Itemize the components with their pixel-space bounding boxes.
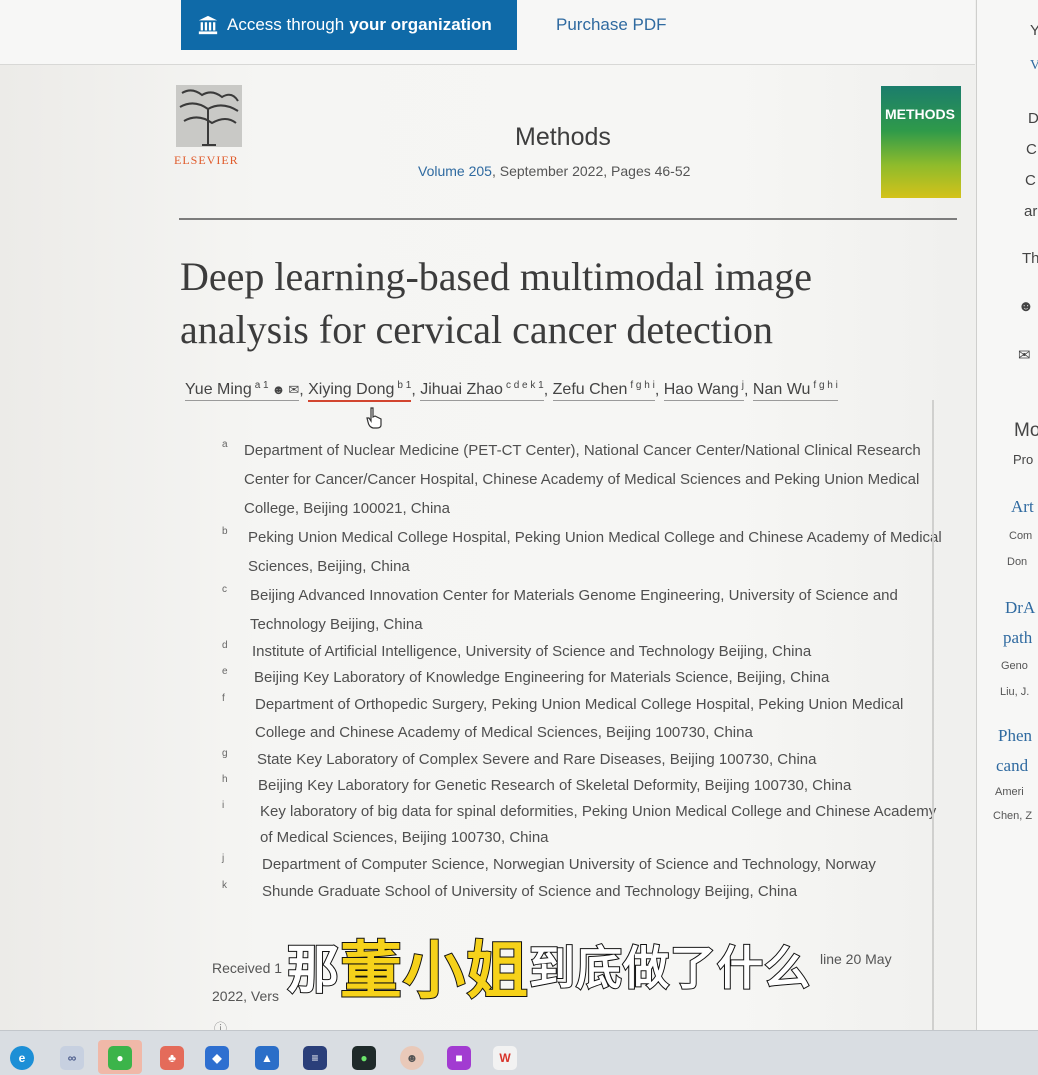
author-link[interactable]: Nan Wu f g h i [752, 380, 838, 402]
game-icon[interactable]: ♣ [160, 1046, 184, 1070]
copilot-icon[interactable]: ∞ [60, 1046, 84, 1070]
photos-icon[interactable]: ▲ [255, 1046, 279, 1070]
subtitle-highlight: 董小姐 [339, 933, 530, 1008]
affiliation-list: a Department of Nuclear Medicine (PET-CT … [222, 436, 942, 905]
sidebar-text: Geno [1001, 660, 1028, 672]
wechat-icon[interactable]: ● [108, 1046, 132, 1070]
app-icon[interactable]: ≡ [303, 1046, 327, 1070]
volume-info: Volume 205, September 2022, Pages 46-52 [418, 163, 690, 179]
avatar-app-icon[interactable]: ☻ [400, 1046, 424, 1070]
subtitle-part-2: 到底做了什么 [528, 940, 812, 996]
publisher-wordmark: ELSEVIER [174, 153, 239, 167]
affiliation-item: h Beijing Key Laboratory for Genetic Rese… [222, 774, 852, 794]
sidebar-email-icon[interactable]: ✉ [1018, 346, 1031, 364]
received-line-2: 2022, Vers [212, 988, 279, 1004]
affiliation-item: j Department of Computer Science, Norwegi… [222, 853, 876, 873]
affiliation-item: c Beijing Advanced Innovation Center for … [222, 584, 898, 633]
author-link[interactable]: Hao Wang j [663, 380, 744, 402]
affiliation-item: b Peking Union Medical College Hospital, … [222, 526, 942, 575]
purchase-pdf-link[interactable]: Purchase PDF [556, 15, 667, 35]
affiliation-item: f Department of Orthopedic Surgery, Pekin… [222, 693, 904, 741]
wps-icon[interactable]: W [493, 1046, 517, 1070]
received-line-1: Received 1 [212, 960, 283, 976]
sidebar-heading: Mo [1014, 420, 1038, 441]
access-prefix: Access through [227, 15, 345, 34]
sidebar-text: D [1028, 110, 1038, 127]
article-title: Deep learning-based multimodal image ana… [180, 254, 813, 352]
journal-cover-image[interactable]: METHODS [881, 86, 961, 198]
sidebar-text: Chen, Z [993, 810, 1033, 822]
person-icon[interactable]: ☻ [272, 382, 286, 397]
edge-icon[interactable]: e [10, 1046, 34, 1070]
affiliation-item: e Beijing Key Laboratory of Knowledge Eng… [222, 666, 830, 686]
recommended-article-link[interactable]: path [1003, 628, 1032, 648]
sidebar-text: C [1025, 172, 1036, 189]
author-link[interactable]: Zefu Chen f g h i [552, 380, 655, 402]
sidebar-text: Liu, J. [1000, 686, 1030, 698]
cover-title: METHODS [885, 106, 955, 122]
author-list: Yue Ming a 1 ☻ ✉, Xiying Dong b 1, Jihuai Zh… [185, 380, 965, 403]
recommended-article-link[interactable]: Phen [998, 726, 1032, 746]
purple-app-icon[interactable]: ■ [447, 1046, 471, 1070]
available-online-date: line 20 May [820, 951, 892, 967]
sidebar-text: Pro [1013, 452, 1034, 467]
green-app-icon[interactable]: ● [352, 1046, 376, 1070]
recommended-article-link[interactable]: cand [996, 756, 1028, 776]
affiliation-item: g State Key Laboratory of Complex Severe … [222, 748, 817, 768]
sidebar-text: Th [1022, 250, 1038, 267]
issue-info: , September 2022, Pages 46-52 [491, 163, 691, 179]
affiliation-item: a Department of Nuclear Medicine (PET-CT … [222, 439, 921, 517]
header-divider [179, 218, 957, 220]
sidebar-text: C [1026, 141, 1037, 158]
sidebar-text: Ameri [995, 786, 1024, 798]
author-link[interactable]: Xiying Dong b 1 [308, 380, 412, 403]
access-org: your organization [349, 15, 492, 34]
hand-cursor-icon [366, 407, 382, 429]
affiliation-item: k Shunde Graduate School of University of… [222, 880, 798, 900]
article-toolbar: Access through your organization Purchas… [0, 0, 975, 65]
journal-name[interactable]: Methods [515, 123, 611, 152]
author-link[interactable]: Yue Ming a 1 ☻ ✉ [185, 380, 300, 402]
sidebar-text: Y [1030, 22, 1038, 39]
recommended-article-link[interactable]: Art [1011, 497, 1034, 517]
affiliation-item: i Key laboratory of big data for spinal d… [222, 800, 937, 846]
recommended-article-link[interactable]: DrA [1005, 598, 1035, 618]
affiliation-item: d Institute of Artificial Intelligence, U… [222, 640, 812, 660]
sidebar-person-icon[interactable]: ☻ [1018, 298, 1034, 315]
subtitle-part-1: 那 [286, 940, 341, 1002]
sidebar-text: Com [1009, 530, 1033, 542]
institution-icon [198, 15, 218, 35]
sidebar-text: ar [1024, 203, 1038, 220]
sidebar-link[interactable]: V [1030, 58, 1038, 74]
video-subtitle: 那 董小姐 到底做了什么 [286, 925, 812, 1008]
email-icon[interactable]: ✉ [288, 382, 299, 397]
security-icon[interactable]: ◆ [205, 1046, 229, 1070]
content-divider [932, 400, 934, 1030]
windows-taskbar [0, 1030, 1038, 1075]
sidebar-text: Don [1007, 556, 1028, 568]
access-through-organization-button[interactable]: Access through your organization [181, 0, 517, 50]
volume-link[interactable]: Volume 205 [418, 163, 492, 179]
author-link[interactable]: Jihuai Zhao c d e k 1 [420, 380, 544, 402]
